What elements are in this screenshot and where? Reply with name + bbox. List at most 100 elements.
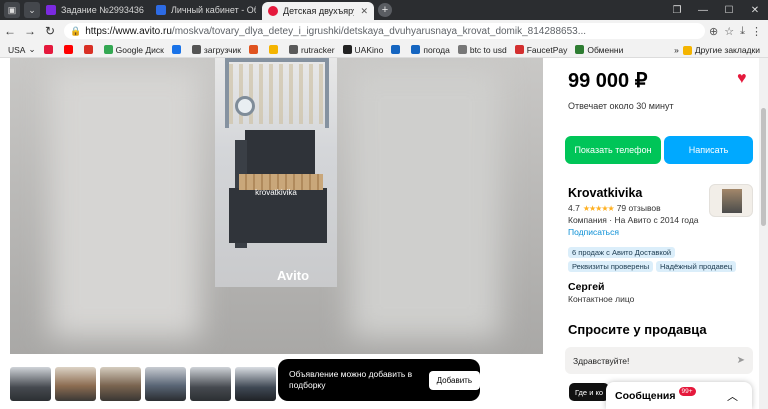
bookmark-item[interactable]: [43, 45, 56, 54]
bookmark-faucetpay[interactable]: FaucetPay: [514, 45, 567, 55]
contact-role: Контактное лицо: [568, 294, 635, 304]
bookmark-uakino[interactable]: UAKino: [342, 45, 383, 55]
bed-frame-image: [225, 58, 329, 128]
seller-company-line: Компания · На Авито с 2014 года: [568, 215, 699, 225]
window-controls: ❐ — ☐ ✕: [664, 0, 768, 20]
lock-icon: 🔒: [70, 25, 82, 36]
thumbnail[interactable]: [10, 367, 51, 401]
folder-icon: [682, 45, 692, 55]
bookmark-item[interactable]: [83, 45, 96, 54]
downloader-icon: [191, 45, 201, 54]
bookmark-btc[interactable]: btc to usd: [457, 45, 507, 55]
address-actions: ⊕ ☆ ⤓ ⋮: [709, 25, 768, 38]
toast-text: Объявление можно добавить в подборку: [289, 369, 413, 390]
reply-time: Отвечает около 30 минут: [568, 101, 674, 111]
bookmark-rutracker[interactable]: rutracker: [288, 45, 335, 55]
show-phone-button[interactable]: Показать телефон: [565, 136, 661, 164]
favorite-heart-icon[interactable]: ♥: [737, 70, 747, 88]
bookmark-item[interactable]: [268, 45, 281, 54]
seller-name[interactable]: Krovatkivika: [568, 186, 642, 200]
rating-value: 4.7: [568, 203, 580, 213]
reviews-count: 79 отзывов: [616, 203, 661, 213]
browser-tab-bar: ▣ ⌄ Задание №2993436 - про Личный кабине…: [0, 0, 768, 20]
bookmark-icon: [248, 45, 258, 54]
minimize-icon[interactable]: —: [690, 0, 716, 20]
write-message-button[interactable]: Написать: [664, 136, 753, 164]
tab-list-chevron-icon[interactable]: ⌄: [24, 2, 40, 18]
bookmark-google-drive[interactable]: Google Диск: [103, 45, 164, 55]
seller-rating[interactable]: 4.7 ★★★★★ 79 отзывов: [568, 203, 661, 213]
thumbnail[interactable]: [55, 367, 96, 401]
forward-icon[interactable]: →: [20, 24, 40, 38]
messages-count-badge: 99+: [678, 387, 696, 396]
menu-icon[interactable]: ⋮: [751, 25, 762, 38]
bookmark-item[interactable]: [248, 45, 261, 54]
reload-icon[interactable]: ↻: [40, 24, 60, 38]
page-scrollbar[interactable]: [759, 58, 768, 409]
url-input[interactable]: 🔒 https://www.avito.ru /moskva/tovary_dl…: [64, 23, 706, 39]
photo-gallery[interactable]: krovatkivika Avito: [10, 58, 543, 354]
star-icon[interactable]: ☆: [724, 25, 734, 38]
gallery-backdrop: [50, 68, 200, 338]
add-to-collection-button[interactable]: Добавить: [428, 370, 480, 390]
badge-requisites-verified: Реквизиты проверены: [568, 261, 654, 272]
close-window-icon[interactable]: ✕: [742, 0, 768, 20]
gallery-backdrop: [350, 68, 500, 338]
chevron-up-icon[interactable]: ︿: [727, 388, 738, 404]
google-drive-icon: [103, 45, 113, 54]
bookmark-item[interactable]: [391, 45, 403, 54]
bookmark-downloader[interactable]: загрузчик: [191, 45, 241, 55]
chevron-right-icon: »: [674, 45, 679, 55]
tab-task[interactable]: Задание №2993436 - про: [40, 0, 150, 20]
extension-icon[interactable]: ⊕: [709, 25, 718, 38]
bookmark-window-icon[interactable]: ❐: [664, 0, 690, 20]
scrollbar-thumb[interactable]: [761, 108, 766, 226]
back-icon[interactable]: ←: [0, 24, 20, 38]
contact-name: Сергей: [568, 281, 605, 293]
close-tab-icon[interactable]: ✕: [360, 6, 368, 17]
rutracker-icon: [288, 45, 298, 54]
google-icon: [457, 45, 467, 54]
tab-listing[interactable]: Детская двухъярусная ✕: [262, 2, 374, 20]
new-tab-button[interactable]: +: [378, 3, 392, 17]
tab-favicon-icon: [46, 5, 56, 15]
ask-seller-input[interactable]: Здравствуйте! ➤: [565, 347, 753, 374]
seller-avatar[interactable]: [709, 184, 753, 217]
exchange-icon: [575, 45, 585, 54]
messages-panel[interactable]: Сообщения 99+ ︿: [606, 382, 752, 409]
rating-stars-icon: ★★★★★: [582, 203, 615, 213]
thumbnail-strip: [10, 367, 280, 401]
bookmark-item[interactable]: [171, 45, 184, 54]
main-photo[interactable]: krovatkivika Avito: [215, 58, 337, 287]
bookmark-icon: [171, 45, 181, 54]
listing-price: 99 000 ₽: [568, 70, 648, 92]
thumbnail[interactable]: [235, 367, 276, 401]
badge-reliable-seller: Надёжный продавец: [656, 261, 737, 272]
bookmark-weather[interactable]: погода: [411, 45, 450, 55]
bookmark-exchange[interactable]: Обменни: [575, 45, 623, 55]
thumbnail[interactable]: [145, 367, 186, 401]
thumbnail[interactable]: [100, 367, 141, 401]
maximize-icon[interactable]: ☐: [716, 0, 742, 20]
address-bar: ← → ↻ 🔒 https://www.avito.ru /moskva/tov…: [0, 20, 768, 42]
photo-watermark: krovatkivika: [255, 188, 297, 197]
browser-menu-icon[interactable]: ▣: [4, 2, 20, 18]
avito-watermark-logo: Avito: [277, 268, 310, 283]
ask-seller-title: Спросите у продавца: [568, 322, 707, 337]
thumbnail[interactable]: [190, 367, 231, 401]
bookmarks-bar: USA ⌄ Google Диск загрузчик rutracker UAK…: [0, 42, 768, 58]
bookmark-usa[interactable]: USA ⌄: [8, 44, 36, 55]
send-icon[interactable]: ➤: [737, 355, 745, 366]
uakino-icon: [342, 45, 352, 54]
bookmark-item[interactable]: [63, 45, 76, 54]
avito-listing-page: krovatkivika Avito Объявление можно доба…: [0, 58, 768, 409]
bookmark-icon: [43, 45, 53, 54]
other-bookmarks[interactable]: » Другие закладки: [670, 42, 760, 57]
tab-favicon-icon: [268, 6, 278, 16]
tab-cabinet[interactable]: Личный кабинет - Объяв: [150, 0, 262, 20]
subscribe-link[interactable]: Подписаться: [568, 227, 619, 237]
quick-question-chip[interactable]: Где и ко: [569, 383, 609, 401]
bookmark-icon: [391, 45, 401, 54]
gmail-icon: [83, 45, 93, 54]
download-icon[interactable]: ⤓: [740, 25, 745, 38]
